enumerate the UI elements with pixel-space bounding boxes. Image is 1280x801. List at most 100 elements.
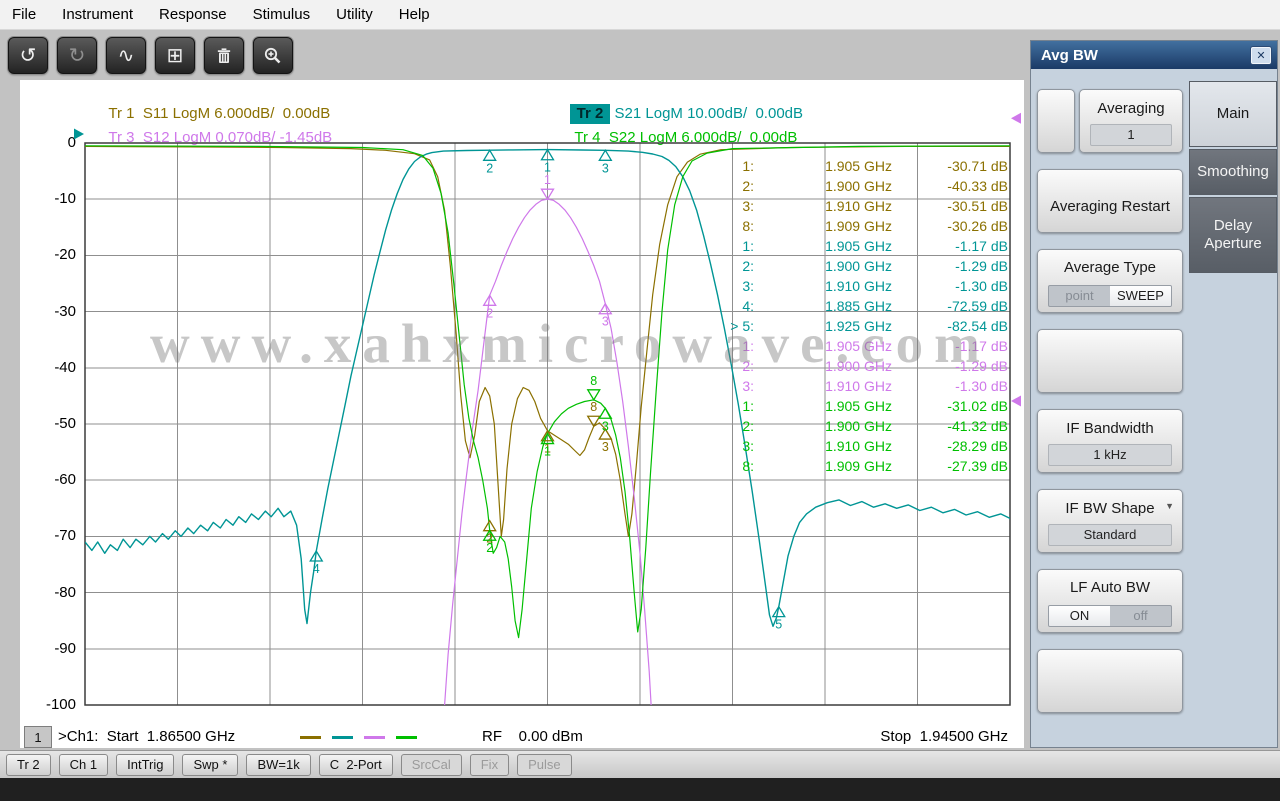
marker-readout-row: 2: 1.900 GHz -40.33 dB — [720, 176, 1012, 196]
tab-smoothing[interactable]: Smoothing — [1189, 149, 1277, 195]
measurement-display: Tr 1 S11 LogM 6.000dB/ 0.00dB Tr 2 S21 L… — [20, 80, 1024, 748]
marker-value: -1.17 dB — [955, 238, 1008, 254]
tab-main[interactable]: Main — [1189, 81, 1277, 147]
panel-title: Avg BW — [1041, 46, 1098, 64]
undo-button[interactable]: ↺ — [8, 37, 48, 74]
status-button-c-2-port[interactable]: C 2-Port — [318, 753, 393, 776]
marker-number: 4: — [742, 298, 754, 314]
if-bandwidth-label: IF Bandwidth — [1066, 419, 1154, 437]
marker-number: 1: — [742, 158, 754, 174]
marker-number: 8: — [742, 218, 754, 234]
marker-number: 3: — [742, 278, 754, 294]
status-button-inttrig[interactable]: IntTrig — [116, 753, 175, 776]
marker-readout-row: 3: 1.910 GHz -1.30 dB — [720, 276, 1012, 296]
marker-value: -30.51 dB — [947, 198, 1008, 214]
menu-item-utility[interactable]: Utility — [336, 6, 373, 23]
tab-delay-aperture[interactable]: Delay Aperture — [1189, 197, 1277, 273]
averaging-toggle-button[interactable] — [1037, 89, 1075, 153]
menu-item-response[interactable]: Response — [159, 6, 227, 23]
legend-dash — [332, 736, 353, 739]
svg-text:3: 3 — [602, 161, 609, 175]
avg-bw-panel: Avg BW ✕ Averaging 1 Averaging Restart A… — [1030, 40, 1278, 748]
marker-frequency: 1.910 GHz — [825, 278, 892, 294]
svg-text:5: 5 — [775, 618, 782, 632]
new-channel-button[interactable]: ⊞ — [155, 37, 195, 74]
marker-frequency: 1.909 GHz — [825, 458, 892, 474]
undo-icon: ↺ — [19, 45, 37, 67]
status-button-bw-1k[interactable]: BW=1k — [246, 753, 311, 776]
marker-readout-row: 1: 1.905 GHz -31.02 dB — [720, 396, 1012, 416]
status-button-ch-1[interactable]: Ch 1 — [58, 753, 109, 776]
close-icon[interactable]: ✕ — [1251, 46, 1271, 64]
average-type-toggle[interactable]: point SWEEP — [1048, 284, 1172, 307]
menu-item-file[interactable]: File — [12, 6, 36, 23]
redo-button[interactable]: ↻ — [57, 37, 97, 74]
average-type-button[interactable]: Average Type point SWEEP — [1037, 249, 1183, 313]
marker-value: -1.29 dB — [955, 258, 1008, 274]
marker-readout-row: 8: 1.909 GHz -27.39 dB — [720, 456, 1012, 476]
menu-item-help[interactable]: Help — [399, 6, 430, 23]
lf-auto-bw-on-option[interactable]: ON — [1049, 605, 1110, 626]
if-bandwidth-value: 1 kHz — [1048, 444, 1172, 467]
stop-frequency-label: Stop 1.94500 GHz — [880, 728, 1008, 745]
status-bar: Tr 2 Ch 1 IntTrig Swp * BW=1k C 2-Port SrcCal F… — [0, 750, 1280, 778]
marker-value: -30.26 dB — [947, 218, 1008, 234]
marker-value: -28.29 dB — [947, 438, 1008, 454]
marker-readout-row: 8: 1.909 GHz -30.26 dB — [720, 216, 1012, 236]
status-button-pulse: Pulse — [517, 753, 572, 776]
menu-item-instrument[interactable]: Instrument — [62, 6, 133, 23]
marker-readout-row: 3: 1.910 GHz -28.29 dB — [720, 436, 1012, 456]
new-channel-icon: ⊞ — [166, 45, 184, 67]
channel-indicator[interactable]: 1 — [24, 726, 52, 748]
reference-level-arrow-icon — [1011, 112, 1021, 124]
svg-text:1: 1 — [544, 173, 551, 187]
marker-readout-table: 1: 1.905 GHz -30.71 dB 2: 1.900 GHz -40.33 dB… — [720, 156, 1012, 476]
marker-number: 3: — [742, 198, 754, 214]
status-button-tr-2[interactable]: Tr 2 — [6, 753, 51, 776]
trace-color-legend — [300, 736, 417, 739]
bottom-edge — [0, 778, 1280, 801]
svg-text:3: 3 — [602, 315, 609, 329]
trash-icon — [217, 47, 231, 63]
marker-frequency: 1.910 GHz — [825, 198, 892, 214]
if-bandwidth-button[interactable]: IF Bandwidth 1 kHz — [1037, 409, 1183, 473]
blank-button-2[interactable] — [1037, 649, 1183, 713]
marker-value: -40.33 dB — [947, 178, 1008, 194]
marker-readout-row: 2: 1.900 GHz -41.32 dB — [720, 416, 1012, 436]
marker-frequency: 1.905 GHz — [825, 158, 892, 174]
marker-readout-row: 1: 1.905 GHz -1.17 dB — [720, 236, 1012, 256]
reference-level-arrow-icon — [1011, 395, 1021, 407]
panel-title-bar[interactable]: Avg BW ✕ — [1031, 41, 1277, 69]
svg-text:3: 3 — [602, 440, 609, 454]
add-trace-button[interactable]: ∿ — [106, 37, 146, 74]
zoom-icon — [264, 47, 281, 63]
average-type-sweep-option[interactable]: SWEEP — [1110, 285, 1171, 306]
lf-auto-bw-toggle[interactable]: ON off — [1048, 604, 1172, 627]
average-type-point-option[interactable]: point — [1049, 286, 1110, 306]
marker-frequency: 1.900 GHz — [825, 258, 892, 274]
menu-item-stimulus[interactable]: Stimulus — [253, 6, 311, 23]
averaging-label: Averaging — [1097, 99, 1165, 117]
marker-readout-row: 3: 1.910 GHz -1.30 dB — [720, 376, 1012, 396]
marker-number: 3: — [742, 378, 754, 394]
svg-text:1: 1 — [544, 445, 551, 459]
lf-auto-bw-button[interactable]: LF Auto BW ON off — [1037, 569, 1183, 633]
lf-auto-bw-off-option[interactable]: off — [1110, 606, 1171, 626]
zoom-button[interactable] — [253, 37, 293, 74]
if-bw-shape-button[interactable]: IF BW Shape ▼ Standard — [1037, 489, 1183, 553]
toolbar: ↺ ↻ ∿ ⊞ — [0, 30, 1028, 80]
legend-dash — [396, 736, 417, 739]
delete-button[interactable] — [204, 37, 244, 74]
marker-readout-row: 2: 1.900 GHz -1.29 dB — [720, 356, 1012, 376]
legend-dash — [364, 736, 385, 739]
marker-value: -1.30 dB — [955, 378, 1008, 394]
averaging-restart-button[interactable]: Averaging Restart — [1037, 169, 1183, 233]
panel-tabs: Main Smoothing Delay Aperture — [1189, 81, 1277, 275]
svg-text:3: 3 — [602, 419, 609, 433]
status-button-swp-[interactable]: Swp * — [182, 753, 239, 776]
marker-value: -30.71 dB — [947, 158, 1008, 174]
svg-text:2: 2 — [486, 541, 493, 555]
averaging-button[interactable]: Averaging 1 — [1079, 89, 1183, 153]
blank-button-1[interactable] — [1037, 329, 1183, 393]
marker-number: > 5: — [730, 318, 754, 334]
